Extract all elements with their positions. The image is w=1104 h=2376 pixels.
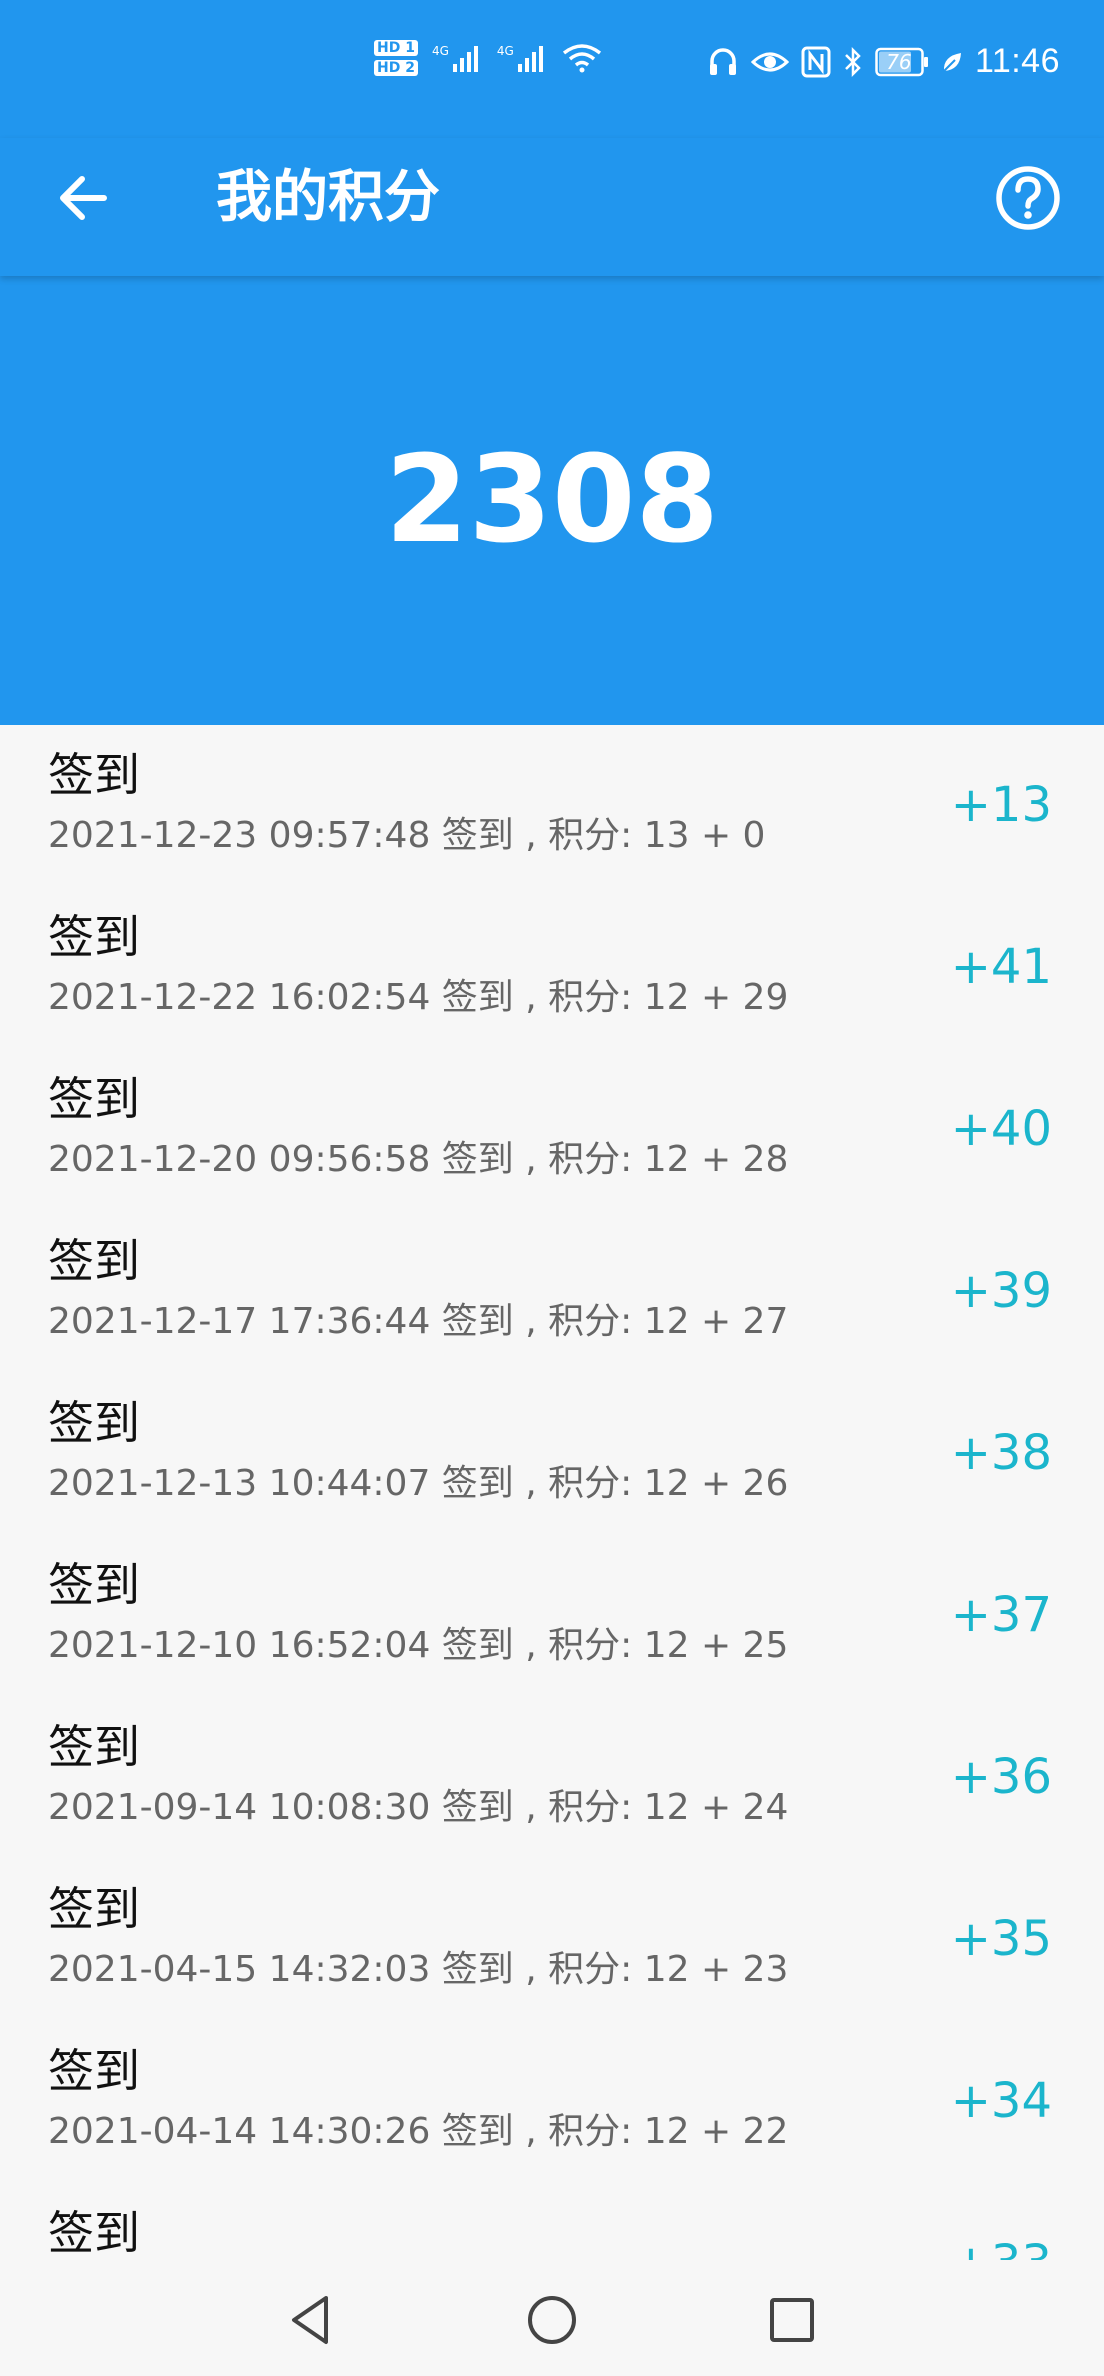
status-icons-left: HD 1 HD 2 4G 4G — [374, 40, 602, 76]
wifi-icon — [562, 43, 602, 73]
battery-icon: 76 — [875, 47, 929, 77]
status-bar: HD 1 HD 2 4G 4G 76 11:46 — [0, 0, 1104, 138]
help-button[interactable] — [992, 162, 1064, 234]
nav-back-button[interactable] — [282, 2290, 342, 2350]
leaf-icon — [941, 50, 963, 74]
record-title: 签到 — [48, 1234, 140, 1288]
nfc-icon — [801, 46, 831, 78]
app-bar: 我的积分 — [0, 138, 1104, 276]
record-row[interactable]: 签到 2021-12-10 16:52:04 签到 , 积分: 12 + 25 … — [0, 1535, 1104, 1697]
points-record-list[interactable]: 签到 2021-12-23 09:57:48 签到 , 积分: 13 + 0 +… — [0, 725, 1104, 2260]
record-title: 签到 — [48, 748, 140, 802]
record-row[interactable]: 签到 2021-12-20 09:56:58 签到 , 积分: 12 + 28 … — [0, 1049, 1104, 1211]
record-points: +40 — [950, 1101, 1052, 1157]
net2-label: 4G — [496, 44, 514, 58]
record-description: 2021-12-23 09:57:48 签到 , 积分: 13 + 0 — [48, 815, 766, 856]
sim2-label: HD 2 — [374, 60, 418, 76]
record-points: +34 — [950, 2073, 1052, 2129]
record-title: 签到 — [48, 910, 140, 964]
nav-home-button[interactable] — [522, 2290, 582, 2350]
nav-recents-icon — [770, 2298, 814, 2342]
system-nav-bar — [0, 2260, 1104, 2376]
hd-sim-icon: HD 1 HD 2 — [374, 40, 418, 76]
record-description: 2021-12-13 10:44:07 签到 , 积分: 12 + 26 — [48, 1463, 789, 1504]
record-description: 2021-04-15 14:32:03 签到 , 积分: 12 + 23 — [48, 1949, 789, 1990]
record-row[interactable]: 签到 2021-04-14 14:30:26 签到 , 积分: 12 + 22 … — [0, 2021, 1104, 2183]
record-title: 签到 — [48, 2044, 140, 2098]
page-title: 我的积分 — [216, 165, 440, 230]
signal-icon-2: 4G — [497, 44, 548, 72]
record-description: 2021-12-17 17:36:44 签到 , 积分: 12 + 27 — [48, 1301, 789, 1342]
status-icons-right: 76 11:46 — [707, 42, 1060, 81]
record-row[interactable]: 签到 2021-12-22 16:02:54 签到 , 积分: 12 + 29 … — [0, 887, 1104, 1049]
bluetooth-icon — [843, 46, 863, 78]
points-header: 2308 — [0, 276, 1104, 725]
record-points: +41 — [950, 939, 1052, 995]
net1-label: 4G — [431, 44, 449, 58]
record-description: 2021-12-22 16:02:54 签到 , 积分: 12 + 29 — [48, 977, 789, 1018]
nav-recents-button[interactable] — [762, 2290, 822, 2350]
record-title: 签到 — [48, 1396, 140, 1450]
points-total: 2308 — [385, 431, 719, 570]
record-points: +38 — [950, 1425, 1052, 1481]
back-arrow-icon — [60, 176, 107, 220]
record-title: 签到 — [48, 1072, 140, 1126]
question-circle-icon — [996, 166, 1060, 230]
record-description: 2021-09-14 10:08:30 签到 , 积分: 12 + 24 — [48, 1787, 789, 1828]
record-row[interactable]: 签到 2021-09-14 10:08:30 签到 , 积分: 12 + 24 … — [0, 1697, 1104, 1859]
record-points: +36 — [950, 1749, 1052, 1805]
record-title: 签到 — [48, 1882, 140, 1936]
nav-back-icon — [292, 2296, 328, 2344]
record-title: 签到 — [48, 1720, 140, 1774]
record-title: 签到 — [48, 1558, 140, 1612]
record-row[interactable]: 签到 2021-12-17 17:36:44 签到 , 积分: 12 + 27 … — [0, 1211, 1104, 1373]
sim1-label: HD 1 — [374, 40, 418, 56]
battery-level: 76 — [886, 49, 912, 74]
record-points: +37 — [950, 1587, 1052, 1643]
nav-home-icon — [528, 2296, 576, 2344]
headphones-icon — [707, 46, 739, 78]
record-row[interactable]: 签到 2021-12-23 09:57:48 签到 , 积分: 13 + 0 +… — [0, 725, 1104, 887]
record-points: +33 — [951, 2233, 1052, 2260]
eye-comfort-icon — [750, 48, 789, 76]
record-description: 2021-12-20 09:56:58 签到 , 积分: 12 + 28 — [48, 1139, 789, 1180]
record-points: +35 — [950, 1911, 1052, 1967]
record-points: +39 — [950, 1263, 1052, 1319]
record-row[interactable]: 签到 2021-04-15 14:32:03 签到 , 积分: 12 + 23 … — [0, 1859, 1104, 2021]
signal-icon: 4G — [432, 44, 483, 72]
record-row[interactable]: 签到 2021-12-13 10:44:07 签到 , 积分: 12 + 26 … — [0, 1373, 1104, 1535]
status-time: 11:46 — [974, 42, 1060, 80]
record-title: 签到 — [48, 2206, 140, 2260]
record-row[interactable]: 签到 +33 — [0, 2183, 1104, 2260]
record-description: 2021-12-10 16:52:04 签到 , 积分: 12 + 25 — [48, 1625, 789, 1666]
record-description: 2021-04-14 14:30:26 签到 , 积分: 12 + 22 — [48, 2111, 789, 2152]
back-button[interactable] — [52, 166, 116, 230]
record-points: +13 — [950, 777, 1052, 833]
